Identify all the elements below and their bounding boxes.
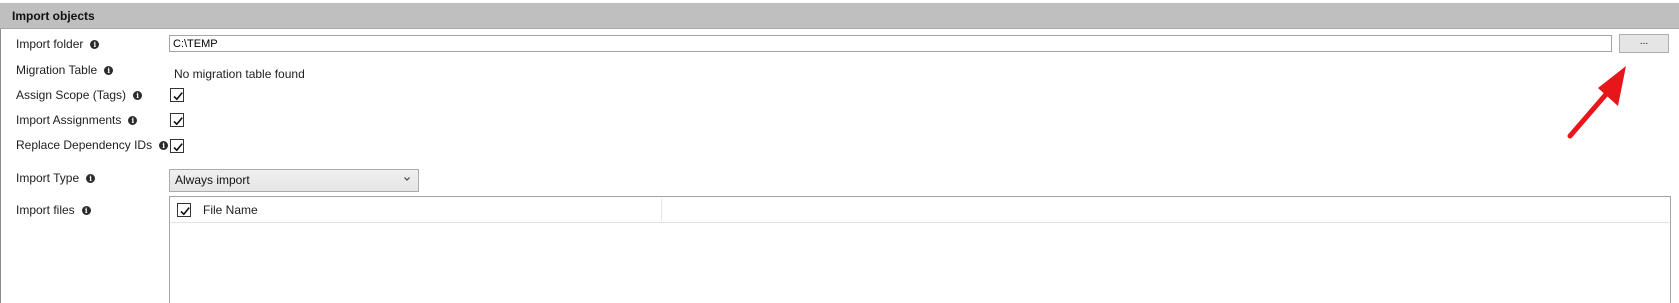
info-icon[interactable]: i bbox=[128, 115, 138, 125]
import-folder-input[interactable] bbox=[169, 35, 1612, 52]
migration-table-value: No migration table found bbox=[174, 67, 305, 81]
info-icon[interactable]: i bbox=[133, 90, 143, 100]
checkmark-icon bbox=[173, 143, 183, 152]
replace-dependency-ids-checkbox[interactable] bbox=[170, 139, 184, 153]
column-divider[interactable] bbox=[661, 199, 662, 221]
info-icon[interactable]: i bbox=[81, 205, 91, 215]
chevron-down-icon bbox=[404, 177, 410, 181]
migration-table-label: Migration Table bbox=[16, 63, 98, 77]
import-assignments-label: Import Assignments bbox=[16, 113, 122, 127]
browse-folder-button[interactable]: ... bbox=[1619, 34, 1669, 53]
import-type-label: Import Type bbox=[16, 171, 80, 185]
section-header: Import objects bbox=[0, 3, 1679, 29]
checkmark-icon bbox=[180, 207, 190, 216]
info-icon[interactable]: i bbox=[159, 140, 169, 150]
checkmark-icon bbox=[173, 92, 183, 101]
assign-scope-checkbox[interactable] bbox=[170, 88, 184, 102]
red-arrow-annotation bbox=[1567, 66, 1626, 139]
import-type-select[interactable]: Always import bbox=[169, 169, 419, 192]
grid-header: File Name bbox=[170, 197, 1670, 223]
assign-scope-label: Assign Scope (Tags) bbox=[16, 88, 127, 102]
panel-left-border bbox=[0, 29, 1, 303]
info-icon[interactable]: i bbox=[86, 173, 96, 183]
replace-dependency-ids-label: Replace Dependency IDs bbox=[16, 138, 153, 152]
info-icon[interactable]: i bbox=[104, 65, 114, 75]
import-assignments-checkbox[interactable] bbox=[170, 113, 184, 127]
section-title: Import objects bbox=[12, 9, 95, 23]
import-files-grid[interactable]: File Name bbox=[169, 196, 1671, 303]
import-folder-label: Import folder bbox=[16, 37, 84, 51]
select-all-checkbox[interactable] bbox=[177, 203, 191, 217]
checkmark-icon bbox=[173, 117, 183, 126]
info-icon[interactable]: i bbox=[90, 39, 100, 49]
import-type-selected: Always import bbox=[175, 173, 250, 187]
import-files-label: Import files bbox=[16, 203, 75, 217]
column-header-file-name[interactable]: File Name bbox=[203, 203, 258, 217]
